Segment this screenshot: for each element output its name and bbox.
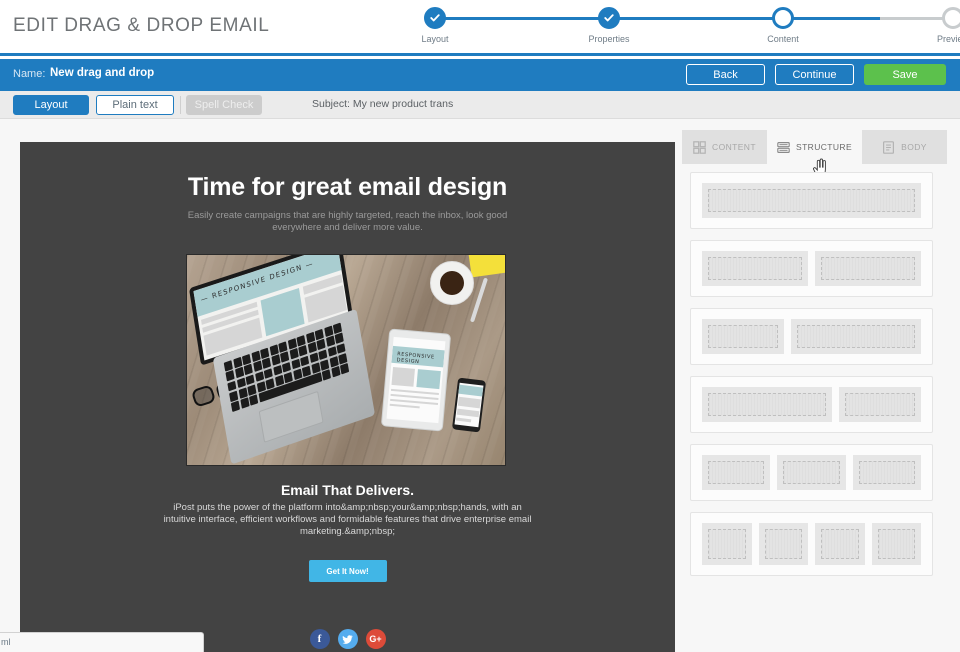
app-header: EDIT DRAG & DROP EMAIL Layout Properties… — [0, 0, 960, 56]
toolbar-divider — [180, 96, 181, 114]
name-label: Name: — [13, 68, 46, 80]
structure-three-column-equal[interactable] — [690, 444, 933, 501]
panel-tab-bar: CONTENT STRUCTURE BODY — [682, 130, 948, 164]
page-title: EDIT DRAG & DROP EMAIL — [13, 15, 270, 36]
step-content-label: Content — [767, 34, 799, 44]
step-preview-label: Preview — [936, 34, 960, 44]
step-layout[interactable]: Layout — [380, 7, 490, 44]
grid-icon — [693, 140, 706, 154]
step-properties-dot — [598, 7, 620, 29]
download-notification-bar[interactable]: ml — [0, 632, 204, 652]
spell-check-button: Spell Check — [186, 95, 262, 115]
email-hero-image[interactable]: — RESPONSIVE DESIGN — RESPONSIVE DESIGN — [186, 254, 506, 466]
name-action-bar: Name: New drag and drop Back Continue Sa… — [0, 59, 960, 91]
twitter-icon[interactable] — [337, 629, 358, 649]
step-content[interactable]: Content — [728, 7, 838, 44]
structure-two-column-wide-narrow[interactable] — [690, 376, 933, 433]
step-properties[interactable]: Properties — [554, 7, 664, 44]
progress-stepper: Layout Properties Content Preview — [380, 7, 960, 49]
step-preview-dot — [942, 7, 960, 29]
email-cta-button[interactable]: Get It Now! — [308, 560, 387, 582]
tablet-mockup: RESPONSIVE DESIGN — [380, 328, 452, 432]
rows-icon — [777, 141, 790, 153]
save-button[interactable]: Save — [864, 64, 946, 85]
tab-plain-text[interactable]: Plain text — [96, 95, 174, 115]
coffee-liquid — [440, 271, 464, 295]
step-properties-label: Properties — [588, 34, 630, 44]
googleplus-icon[interactable]: G+ — [365, 629, 386, 649]
email-body-text[interactable]: iPost puts the power of the platform int… — [158, 502, 538, 538]
stepper-line-done — [435, 17, 935, 20]
tab-body-label: BODY — [901, 142, 927, 152]
structure-two-column-equal[interactable] — [690, 240, 933, 297]
campaign-name-value: New drag and drop — [50, 67, 155, 79]
tab-content-label: CONTENT — [712, 142, 756, 152]
twitter-bird-glyph — [342, 634, 353, 644]
structure-four-column-equal[interactable] — [690, 512, 933, 576]
step-layout-label: Layout — [421, 34, 449, 44]
check-icon — [604, 14, 614, 22]
tab-layout[interactable]: Layout — [13, 95, 89, 115]
subject-text: Subject: My new product trans — [312, 98, 454, 110]
structure-block-list — [690, 172, 933, 587]
step-content-dot — [772, 7, 794, 29]
email-subheading[interactable]: Easily create campaigns that are highly … — [183, 210, 513, 233]
tab-structure-label: STRUCTURE — [796, 142, 853, 152]
email-heading[interactable]: Time for great email design — [20, 173, 675, 202]
right-side-panel: CONTENT STRUCTURE BODY — [682, 130, 948, 650]
structure-one-column[interactable] — [690, 172, 933, 229]
check-icon — [430, 14, 440, 22]
facebook-icon[interactable]: f — [309, 629, 330, 649]
tab-content[interactable]: CONTENT — [682, 130, 767, 164]
download-filename: ml — [1, 637, 11, 647]
tab-body[interactable]: BODY — [862, 130, 948, 164]
laptop-mockup: — RESPONSIVE DESIGN — — [187, 255, 394, 465]
tab-structure[interactable]: STRUCTURE — [771, 130, 859, 164]
workspace: Time for great email design Easily creat… — [0, 119, 960, 652]
document-icon — [883, 140, 895, 154]
step-preview[interactable]: Preview — [898, 7, 960, 44]
continue-button[interactable]: Continue — [775, 64, 854, 85]
back-button[interactable]: Back — [686, 64, 765, 85]
editor-toolbar: Layout Plain text Spell Check Subject: M… — [0, 91, 960, 119]
coffee-cup — [430, 261, 474, 305]
email-preview-canvas[interactable]: Time for great email design Easily creat… — [20, 142, 675, 652]
step-layout-dot — [424, 7, 446, 29]
structure-two-column-narrow-wide[interactable] — [690, 308, 933, 365]
email-section-heading[interactable]: Email That Delivers. — [20, 482, 675, 498]
